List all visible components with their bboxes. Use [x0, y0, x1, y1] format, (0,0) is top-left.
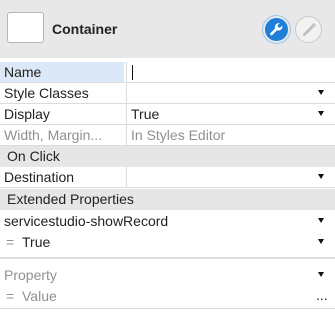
property-value-input[interactable]: Value — [22, 288, 57, 304]
section-extended-properties: Extended Properties — [0, 189, 335, 210]
properties-header: Container — [0, 0, 335, 58]
column-divider — [126, 167, 127, 188]
text-caret — [132, 65, 133, 80]
dropdown-arrow-icon[interactable] — [318, 111, 324, 116]
property-label: Width, Margin... — [4, 127, 103, 143]
property-row-display[interactable]: Display True — [0, 104, 335, 125]
dropdown-arrow-icon[interactable] — [318, 218, 324, 223]
property-row-destination[interactable]: Destination — [0, 167, 335, 188]
dropdown-arrow-icon[interactable] — [318, 90, 324, 95]
new-property-name-row[interactable]: Property — [0, 265, 335, 286]
property-label: Name — [4, 64, 42, 80]
extended-divider — [0, 257, 335, 259]
wrench-icon[interactable] — [263, 16, 290, 43]
property-name-input[interactable]: Property — [4, 267, 57, 283]
row-divider — [0, 187, 335, 188]
property-row-name[interactable]: Name — [0, 62, 335, 83]
dropdown-arrow-icon[interactable] — [318, 272, 324, 277]
width-margin-value: In Styles Editor — [131, 127, 226, 143]
property-label: Display — [4, 106, 50, 122]
extended-property-value-row[interactable]: = True — [0, 232, 335, 253]
more-options-button[interactable]: ... — [316, 287, 328, 303]
property-label: Destination — [4, 169, 75, 185]
extended-property-value[interactable]: True — [22, 234, 50, 250]
section-title: On Click — [7, 148, 60, 164]
column-divider — [126, 62, 127, 83]
property-label: Style Classes — [4, 85, 89, 101]
equals-sign: = — [6, 234, 15, 250]
widget-thumbnail — [7, 12, 44, 43]
dropdown-arrow-icon[interactable] — [318, 239, 324, 244]
section-title: Extended Properties — [7, 191, 134, 207]
extended-property-name-row[interactable]: servicestudio-showRecord — [0, 211, 335, 232]
extended-property-name[interactable]: servicestudio-showRecord — [4, 213, 168, 229]
property-row-width-margin: Width, Margin... In Styles Editor — [0, 125, 335, 146]
dropdown-arrow-icon[interactable] — [318, 174, 324, 179]
property-row-style-classes[interactable]: Style Classes — [0, 83, 335, 104]
section-on-click: On Click — [0, 146, 335, 167]
bottom-divider — [0, 308, 335, 309]
equals-sign: = — [6, 288, 15, 304]
wrench-disabled-icon[interactable] — [295, 16, 322, 43]
widget-type-title: Container — [52, 21, 118, 37]
display-select[interactable]: True — [131, 106, 159, 122]
new-property-value-row[interactable]: = Value ... — [0, 286, 335, 307]
column-divider — [126, 104, 127, 125]
column-divider — [126, 83, 127, 104]
column-divider — [126, 125, 127, 146]
